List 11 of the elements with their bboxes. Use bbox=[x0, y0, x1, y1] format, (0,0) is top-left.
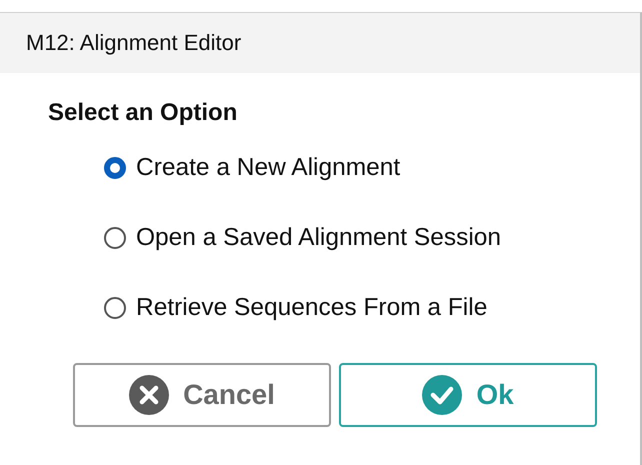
close-icon bbox=[129, 375, 170, 415]
section-heading: Select an Option bbox=[48, 99, 238, 127]
cancel-button[interactable]: Cancel bbox=[73, 363, 331, 427]
radio-option[interactable]: Create a New Alignment bbox=[104, 151, 640, 185]
radio-button[interactable] bbox=[104, 227, 126, 249]
radio-button[interactable] bbox=[104, 157, 126, 179]
checkmark-icon bbox=[422, 375, 462, 415]
window-title: M12: Alignment Editor bbox=[26, 30, 242, 56]
radio-button[interactable] bbox=[104, 297, 126, 319]
radio-option[interactable]: Open a Saved Alignment Session bbox=[104, 221, 640, 255]
radio-option[interactable]: Retrieve Sequences From a File bbox=[104, 291, 640, 325]
